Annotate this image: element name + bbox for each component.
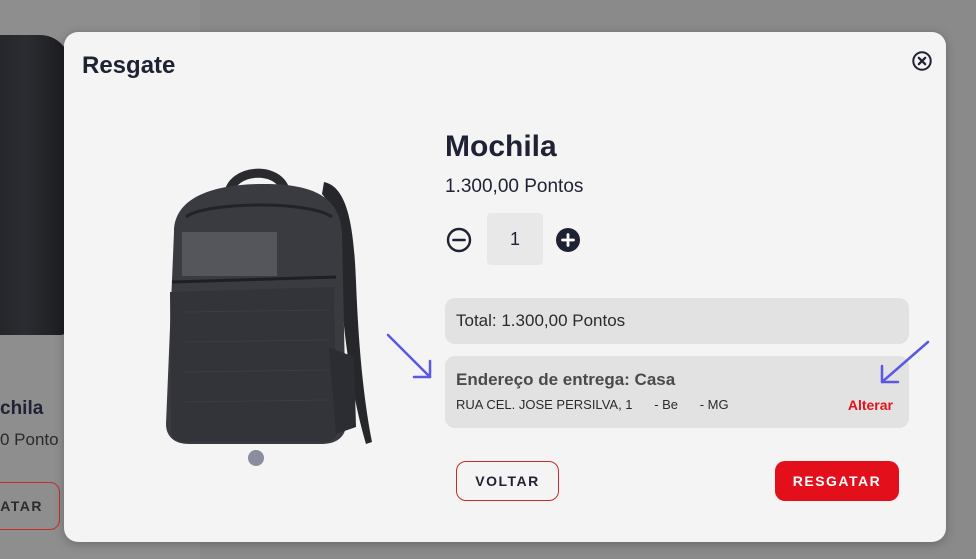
- background-product-points: 0 Ponto: [0, 430, 59, 449]
- total-label: Total: 1.300,00 Pontos: [456, 311, 626, 330]
- change-address-link[interactable]: Alterar: [848, 397, 893, 413]
- total-summary: Total: 1.300,00 Pontos: [445, 298, 909, 344]
- product-name: Mochila: [445, 130, 557, 163]
- minus-circle-icon[interactable]: [446, 227, 472, 253]
- annotation-arrow-left-icon: [386, 333, 432, 379]
- delivery-address-card: Endereço de entrega: Casa RUA CEL. JOSE …: [445, 356, 909, 428]
- address-line: RUA CEL. JOSE PERSILVA, 1 - Be - MG: [456, 397, 729, 412]
- address-title: Endereço de entrega: Casa: [456, 370, 676, 389]
- carousel-dot[interactable]: [248, 450, 264, 466]
- background-redeem-button: ATAR: [0, 482, 60, 530]
- plus-circle-icon[interactable]: [555, 227, 581, 253]
- redeem-button[interactable]: RESGATAR: [775, 461, 899, 501]
- modal-title: Resgate: [82, 52, 176, 79]
- quantity-field[interactable]: 1: [487, 213, 543, 265]
- redeem-modal: Resgate Mochila 1.300,00 Pontos 1 Total:…: [64, 32, 946, 542]
- product-price: 1.300,00 Pontos: [445, 176, 584, 197]
- annotation-arrow-right-icon: [880, 340, 930, 384]
- background-product-image: [0, 35, 70, 335]
- background-product-title: chila: [0, 398, 44, 419]
- product-image: [166, 168, 372, 444]
- back-button[interactable]: VOLTAR: [456, 461, 559, 501]
- close-icon[interactable]: [911, 50, 933, 72]
